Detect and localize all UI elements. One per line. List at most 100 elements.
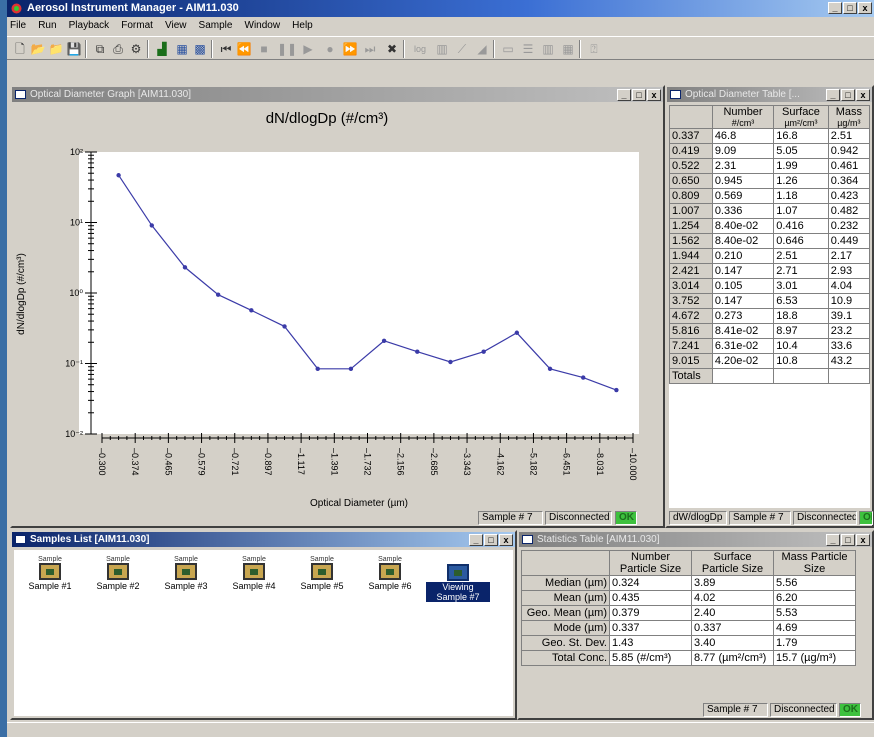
stats-cell: 3.40 <box>691 635 774 651</box>
od-table-titlebar: Optical Diameter Table [... _ □ x <box>667 87 872 102</box>
x-tick-label: –2.685 <box>429 448 439 476</box>
help-context-icon[interactable]: ⍰ <box>585 40 603 58</box>
od-status-connection: Disconnected <box>793 511 857 525</box>
sample-item-3[interactable]: Sample Sample #3 <box>154 556 218 591</box>
toolbar: 🗋 📂 📁 💾 ⧉ ⎙ ⚙ ▟ ▦ ▩ ⏮ ⏪ ■ ❚❚ ▶ ● ⏩ ⏭ ✖ l… <box>7 36 874 60</box>
stats-close-button[interactable]: x <box>856 534 870 546</box>
save-icon[interactable]: 💾 <box>65 40 83 58</box>
menu-playback[interactable]: Playback <box>69 20 110 31</box>
stop-icon[interactable]: ■ <box>255 40 273 58</box>
fast-forward-icon[interactable]: ⏩ <box>341 40 359 58</box>
stats-row-header: Median (µm) <box>521 575 610 591</box>
samples-restore-button[interactable]: □ <box>484 534 498 546</box>
od-status-mode[interactable]: dW/dlogDp <box>669 511 727 525</box>
data-point <box>182 265 188 270</box>
od-cell: 33.6 <box>827 338 871 354</box>
od-row-header: 0.522 <box>669 158 713 174</box>
table-view-icon[interactable]: ▦ <box>173 40 191 58</box>
od-table-controls: _ □ x <box>826 89 870 102</box>
graph-restore-button[interactable]: □ <box>632 89 646 101</box>
open-folder-icon[interactable]: 📂 <box>29 40 47 58</box>
graph-minimize-button[interactable]: _ <box>617 89 631 101</box>
layout-grid-icon[interactable]: ▦ <box>559 40 577 58</box>
menu-format[interactable]: Format <box>121 20 153 31</box>
od-column-unit: #/cm³ <box>731 118 755 128</box>
sample-item-4[interactable]: Sample Sample #4 <box>222 556 286 591</box>
table-row: Median (µm) 0.324 3.89 5.56 <box>521 575 856 591</box>
sample-item-caption: Sample <box>242 556 266 563</box>
properties-icon[interactable]: ⚙ <box>127 40 145 58</box>
stats-view-icon[interactable]: ▩ <box>191 40 209 58</box>
layout-columns-icon[interactable]: ▥ <box>539 40 557 58</box>
sample-item-label: Sample #5 <box>300 581 344 591</box>
od-cell: 8.41e-02 <box>711 323 775 339</box>
first-sample-icon[interactable]: ⏮ <box>217 40 235 58</box>
stats-row-header: Mean (µm) <box>521 590 610 606</box>
graph-view-icon[interactable]: ▟ <box>153 40 171 58</box>
bar-chart-icon[interactable]: ▥ <box>433 40 451 58</box>
new-file-icon[interactable]: 🗋 <box>11 40 29 58</box>
layout-1-icon[interactable]: ▭ <box>499 40 517 58</box>
layout-rows-icon[interactable]: ☰ <box>519 40 537 58</box>
samples-minimize-button[interactable]: _ <box>469 534 483 546</box>
stats-restore-button[interactable]: □ <box>841 534 855 546</box>
area-chart-icon[interactable]: ◢ <box>473 40 491 58</box>
app-restore-button[interactable]: □ <box>843 2 857 14</box>
app-window: Aerosol Instrument Manager - AIM11.030 _… <box>7 0 874 737</box>
menu-view[interactable]: View <box>165 20 187 31</box>
copy-icon[interactable]: ⧉ <box>91 40 109 58</box>
samples-list-controls: _ □ x <box>469 534 513 547</box>
od-close-button[interactable]: x <box>856 89 870 101</box>
od-minimize-button[interactable]: _ <box>826 89 840 101</box>
menu-sample[interactable]: Sample <box>199 20 233 31</box>
sample-item-6[interactable]: Sample Sample #6 <box>358 556 422 591</box>
window-icon <box>15 90 26 99</box>
od-table: Number #/cm³ Surface µm²/cm³ Mass µg/m³ 0.337 4… <box>669 105 871 384</box>
table-row: 1.007 0.336 1.07 0.482 <box>669 203 871 219</box>
table-row: 0.522 2.31 1.99 0.461 <box>669 158 871 174</box>
pause-icon[interactable]: ❚❚ <box>277 40 297 58</box>
app-minimize-button[interactable]: _ <box>828 2 842 14</box>
menu-window[interactable]: Window <box>245 20 281 31</box>
data-point <box>514 330 520 335</box>
menu-file[interactable]: File <box>10 20 26 31</box>
last-sample-icon[interactable]: ⏭ <box>361 40 379 58</box>
od-restore-button[interactable]: □ <box>841 89 855 101</box>
x-axis: –0.300 –0.374 –0.465 –0.579 –0.721 –0.897 –1.1… <box>97 433 638 481</box>
menu-run[interactable]: Run <box>38 20 56 31</box>
graph-close-button[interactable]: x <box>647 89 661 101</box>
app-close-button[interactable]: x <box>858 2 872 14</box>
sample-item-1[interactable]: Sample Sample #1 <box>18 556 82 591</box>
open-recent-icon[interactable]: 📁 <box>47 40 65 58</box>
stats-column-header <box>521 550 610 576</box>
od-cell <box>827 368 871 384</box>
od-cell: 39.1 <box>827 308 871 324</box>
od-cell: 46.8 <box>711 128 775 144</box>
stats-table-area: Number Particle Size Surface Particle Siz… <box>521 550 870 700</box>
od-cell: 10.9 <box>827 293 871 309</box>
app-statusbar <box>7 722 874 737</box>
sample-item-2[interactable]: Sample Sample #2 <box>86 556 150 591</box>
od-table-window: Optical Diameter Table [... _ □ x Number… <box>665 85 874 528</box>
rewind-icon[interactable]: ⏪ <box>235 40 253 58</box>
sample-item-7[interactable]: Viewing Sample #7 <box>426 564 490 602</box>
sample-item-5[interactable]: Sample Sample #5 <box>290 556 354 591</box>
stats-cell: 6.20 <box>773 590 856 606</box>
table-row: Geo. Mean (µm) 0.379 2.40 5.53 <box>521 605 856 621</box>
line-chart-icon[interactable]: ⟋ <box>453 40 471 58</box>
table-row: Geo. St. Dev. 1.43 3.40 1.79 <box>521 635 856 651</box>
sample-icon <box>39 563 61 580</box>
record-icon[interactable]: ● <box>321 40 339 58</box>
menu-help[interactable]: Help <box>292 20 313 31</box>
od-cell: 0.569 <box>711 188 775 204</box>
log-scale-button[interactable]: log <box>409 40 431 58</box>
od-cell: 0.336 <box>711 203 775 219</box>
delete-icon[interactable]: ✖ <box>383 40 401 58</box>
print-icon[interactable]: ⎙ <box>109 40 127 58</box>
samples-close-button[interactable]: x <box>499 534 513 546</box>
stats-cell: 4.69 <box>773 620 856 636</box>
graph-status-sample: Sample # 7 <box>478 511 543 525</box>
toolbar-separator <box>493 40 495 58</box>
play-icon[interactable]: ▶ <box>299 40 317 58</box>
stats-minimize-button[interactable]: _ <box>826 534 840 546</box>
